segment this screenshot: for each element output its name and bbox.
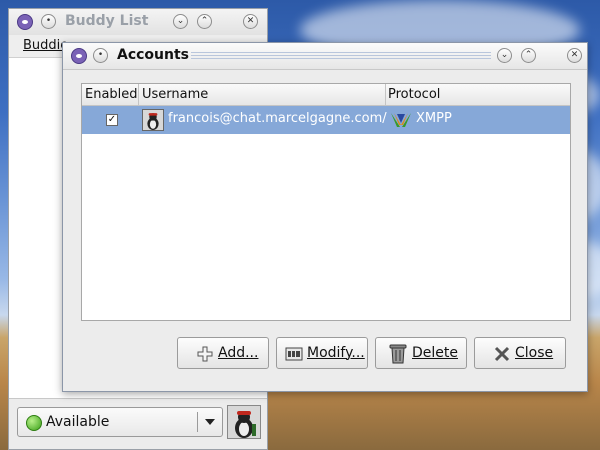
- modify-account-button[interactable]: Modify...: [276, 337, 368, 369]
- window-menu-icon[interactable]: •: [93, 48, 108, 63]
- status-label: Available: [46, 414, 110, 430]
- available-status-icon: [26, 415, 42, 431]
- buddy-icon-avatar[interactable]: [227, 405, 261, 439]
- modify-button-label: Modify...: [307, 345, 365, 361]
- close-button-label: Close: [515, 345, 554, 361]
- table-header: Enabled Username Protocol: [82, 84, 570, 106]
- accounts-dialog: • Accounts ⌄ ⌃ ✕ Enabled Username Protoc…: [62, 42, 588, 392]
- close-icon[interactable]: ✕: [567, 48, 582, 63]
- enabled-checkbox[interactable]: ✓: [106, 114, 118, 126]
- maximize-icon[interactable]: ⌃: [197, 14, 212, 29]
- close-dialog-button[interactable]: Close: [474, 337, 566, 369]
- titlebar-decoration: [191, 52, 491, 60]
- chevron-down-icon[interactable]: [205, 419, 215, 425]
- close-icon[interactable]: ✕: [243, 14, 258, 29]
- penguin-avatar-icon: [228, 406, 260, 438]
- window-menu-icon[interactable]: •: [41, 14, 56, 29]
- column-protocol[interactable]: Protocol: [388, 87, 440, 102]
- add-button-label: Add...: [218, 345, 259, 361]
- pidgin-app-icon[interactable]: [71, 48, 87, 64]
- accounts-title: Accounts: [117, 47, 190, 63]
- accounts-table[interactable]: Enabled Username Protocol ✓ francois@cha…: [81, 83, 571, 321]
- plus-icon: [197, 346, 213, 362]
- minimize-icon[interactable]: ⌄: [173, 14, 188, 29]
- delete-account-button[interactable]: Delete: [375, 337, 467, 369]
- column-separator[interactable]: [385, 84, 386, 105]
- add-account-button[interactable]: Add...: [177, 337, 269, 369]
- edit-icon: [285, 347, 303, 361]
- account-avatar: [142, 109, 164, 131]
- maximize-icon[interactable]: ⌃: [521, 48, 536, 63]
- close-x-icon: [494, 346, 510, 362]
- xmpp-protocol-icon: [390, 111, 412, 129]
- column-username[interactable]: Username: [142, 87, 208, 102]
- trash-icon: [389, 344, 407, 364]
- status-selector[interactable]: Available: [17, 407, 223, 437]
- accounts-titlebar[interactable]: • Accounts ⌄ ⌃ ✕: [63, 43, 587, 70]
- pidgin-app-icon[interactable]: [17, 14, 33, 30]
- column-separator[interactable]: [138, 84, 139, 105]
- status-bar: Available: [9, 398, 267, 449]
- status-divider: [197, 412, 198, 432]
- account-protocol: XMPP: [416, 111, 452, 126]
- buddy-list-title: Buddy List: [65, 13, 149, 29]
- account-username: francois@chat.marcelgagne.com/: [168, 111, 387, 126]
- penguin-avatar-icon: [143, 110, 163, 130]
- buddy-list-titlebar[interactable]: • Buddy List ⌄ ⌃ ✕: [9, 9, 267, 36]
- column-enabled[interactable]: Enabled: [85, 87, 138, 102]
- minimize-icon[interactable]: ⌄: [497, 48, 512, 63]
- delete-button-label: Delete: [412, 345, 458, 361]
- table-row[interactable]: ✓ francois@chat.marcelgagne.com/ XMPP: [82, 106, 570, 134]
